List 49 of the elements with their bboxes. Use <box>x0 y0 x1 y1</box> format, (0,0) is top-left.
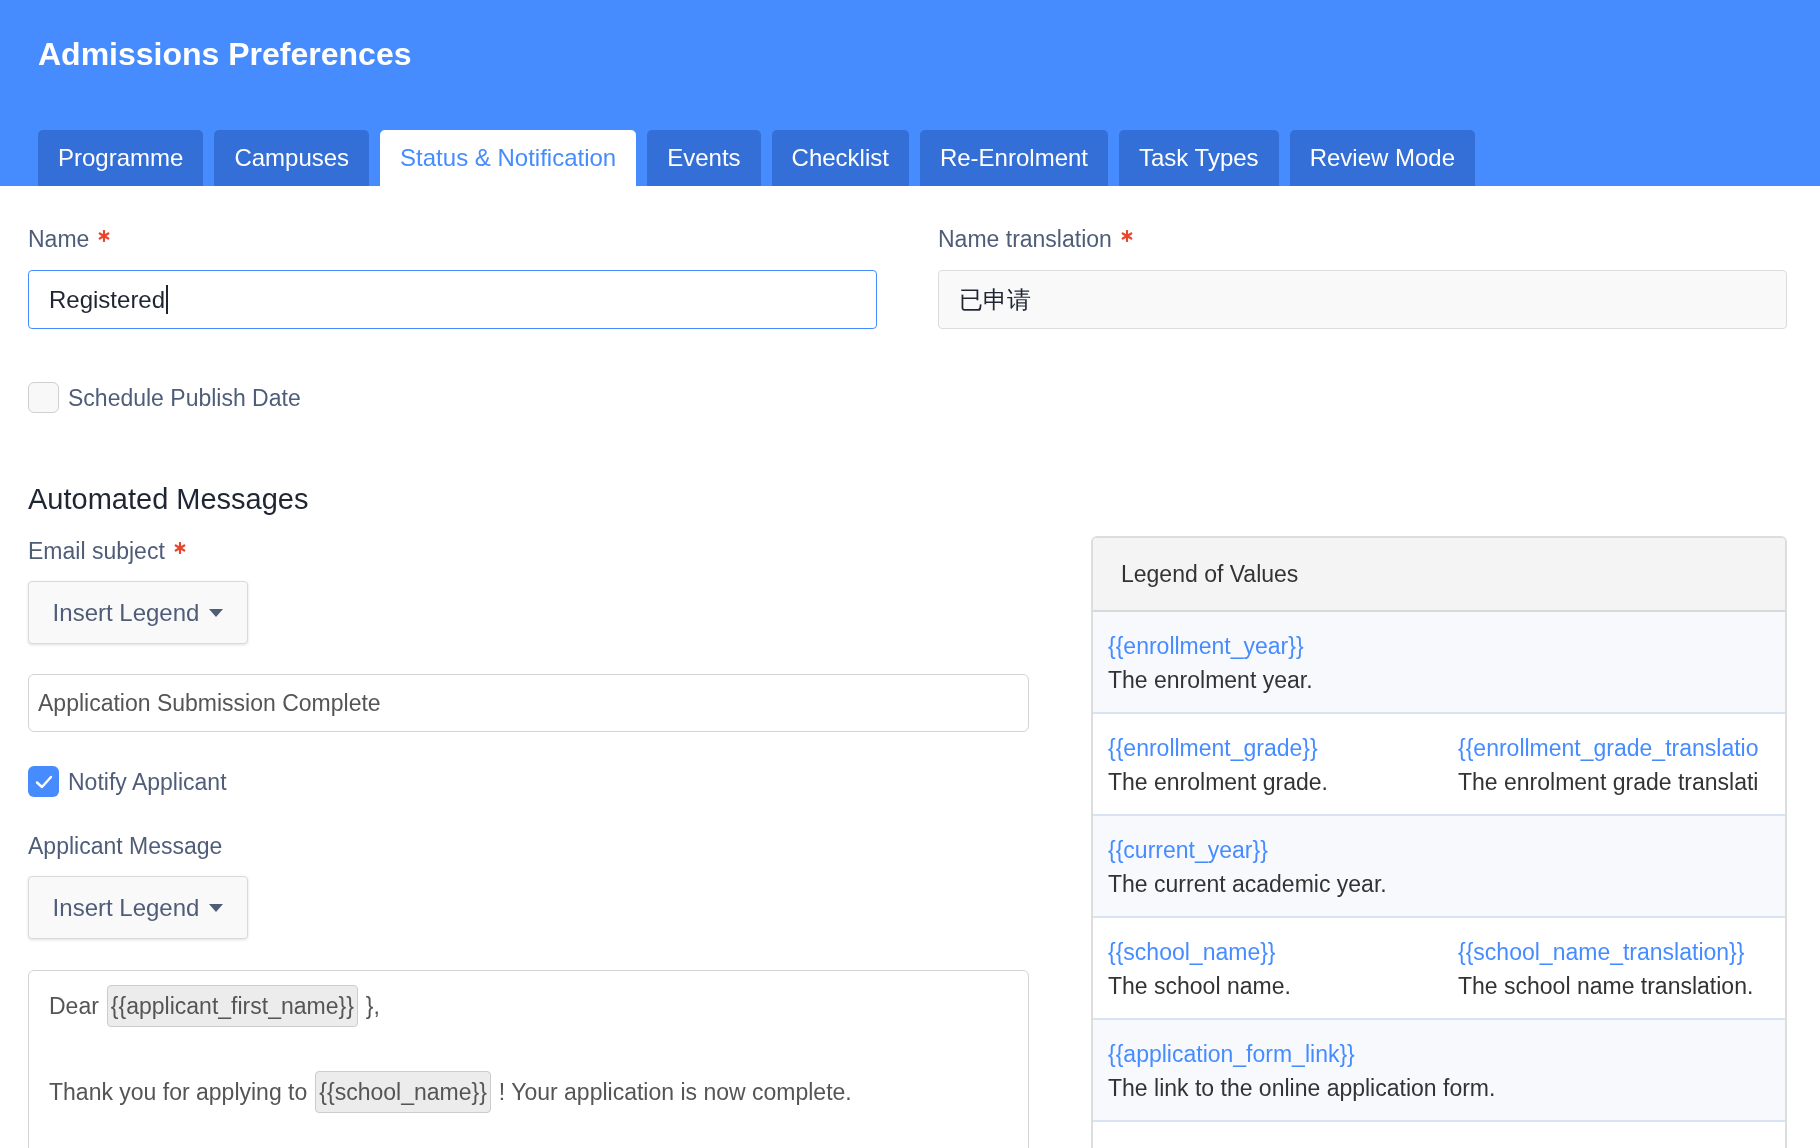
legend-key: {{application_form_link}} <box>1108 1037 1355 1071</box>
legend-title: Legend of Values <box>1121 559 1299 589</box>
field-label: Email subject <box>28 537 165 566</box>
tab[interactable]: Review Mode <box>1289 130 1476 186</box>
legend-key: {{enrollment_grade_translatio <box>1458 731 1759 765</box>
section-heading: Automated Messages <box>28 482 309 517</box>
message-text: Thank you for applying to <box>49 1077 308 1107</box>
legend-description: The school name. <box>1108 972 1291 1001</box>
text-cursor-icon <box>166 285 169 314</box>
legend-key: {{school_name}} <box>1108 935 1276 969</box>
legend-key: {{school_name_translation}} <box>1458 935 1745 969</box>
tab[interactable]: Checklist <box>771 130 909 186</box>
checkbox-label[interactable]: Schedule Publish Date <box>68 382 301 413</box>
tab[interactable]: Re-Enrolment <box>919 130 1108 186</box>
check-icon <box>34 774 53 789</box>
legend-description: The enrolment grade translati <box>1458 768 1759 797</box>
caret-down-icon <box>209 608 224 617</box>
message-text: Dear <box>49 991 99 1021</box>
tab[interactable]: Events <box>647 130 761 186</box>
legend-key: {{enrollment_grade}} <box>1108 731 1318 765</box>
field-label: Name <box>28 225 90 254</box>
placeholder-token: {{school_name}} <box>315 1071 491 1113</box>
page-title: Admissions Preferences <box>38 35 412 73</box>
checkbox[interactable] <box>28 766 59 797</box>
tab[interactable]: Task Types <box>1119 130 1279 186</box>
legend-description: The enrolment year. <box>1108 666 1313 695</box>
legend-description: The current academic year. <box>1108 870 1387 899</box>
checkbox[interactable] <box>28 382 59 413</box>
checkbox-label[interactable]: Notify Applicant <box>68 766 227 797</box>
message-text: ! Your application is now complete. <box>498 1077 852 1107</box>
field-label: Name translation <box>938 225 1112 254</box>
caret-down-icon <box>209 903 224 912</box>
legend-description: The enrolment grade. <box>1108 768 1328 797</box>
field-label: Applicant Message <box>28 832 223 861</box>
legend-key: {{enrollment_year}} <box>1108 629 1304 663</box>
legend-description: The school name translation. <box>1458 972 1754 1001</box>
text-input[interactable]: Registered <box>28 270 877 329</box>
tab[interactable]: Status & Notification <box>380 130 637 186</box>
subject-input[interactable]: Application Submission Complete <box>28 674 1029 732</box>
text-input[interactable]: 已申请 <box>938 270 1787 329</box>
legend-key: {{current_year}} <box>1108 833 1268 867</box>
tab[interactable]: Programme <box>38 130 204 186</box>
placeholder-token: {{applicant_first_name}} <box>106 985 358 1027</box>
message-editor[interactable]: Dear {{applicant_first_name}} }, Thank you for applying to {{school_name}} ! Your application is now complete. <box>28 970 1029 1148</box>
insert-legend-button[interactable]: Insert Legend <box>28 876 248 939</box>
insert-legend-button[interactable]: Insert Legend <box>28 581 248 644</box>
message-text: }, <box>365 991 380 1021</box>
tab[interactable]: Campuses <box>214 130 370 186</box>
legend-description: The link to the online application form. <box>1108 1074 1496 1103</box>
